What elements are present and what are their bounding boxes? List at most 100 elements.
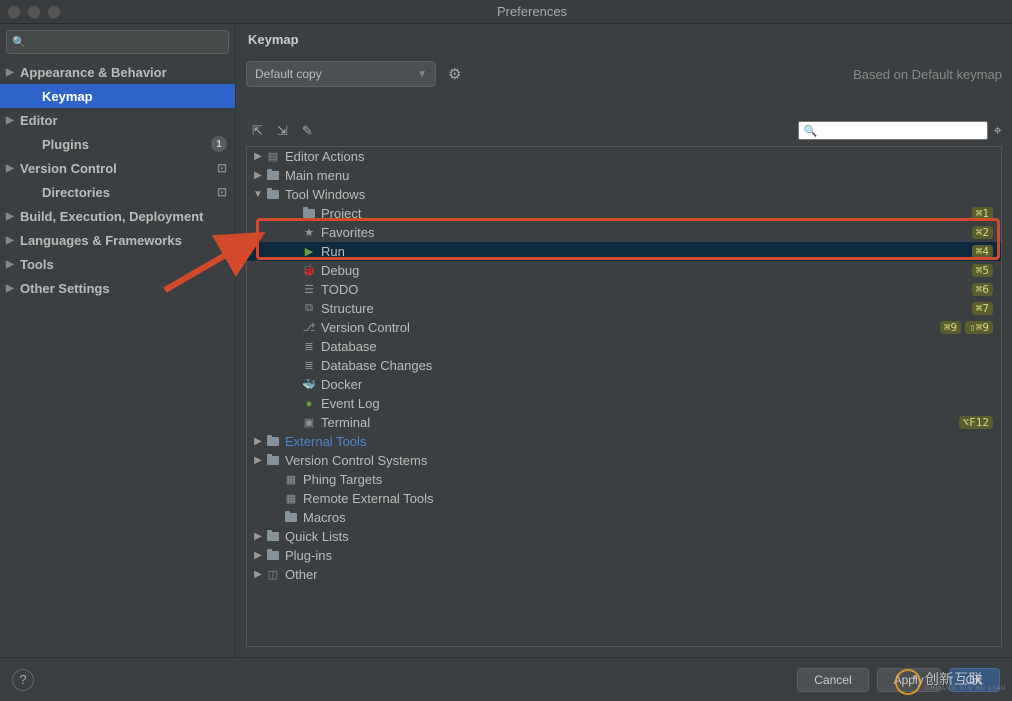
cancel-button[interactable]: Cancel [797, 668, 868, 692]
titlebar: Preferences [0, 0, 1012, 24]
tree-row-run[interactable]: ▶Run⌘4 [247, 242, 1001, 261]
tree-row-label: Event Log [321, 396, 993, 411]
sidebar-item-tools[interactable]: ▶Tools [0, 252, 235, 276]
keymap-tree[interactable]: ▶▤Editor Actions▶Main menu ▼ Tool Windows P… [246, 146, 1002, 647]
tree-toggle-icon[interactable]: ▶ [251, 550, 265, 561]
tree-row-macros[interactable]: Macros [247, 508, 1001, 527]
tree-toggle-icon[interactable]: ▶ [251, 170, 265, 181]
sidebar-item-label: Build, Execution, Deployment [20, 209, 227, 224]
tree-row-version-control-systems[interactable]: ▶ Version Control Systems [247, 451, 1001, 470]
sidebar-item-appearance-behavior[interactable]: ▶Appearance & Behavior [0, 60, 235, 84]
tree-row-other[interactable]: ▶◫Other [247, 565, 1001, 584]
tree-row-label: TODO [321, 282, 968, 297]
tree-row-debug[interactable]: 🐞Debug⌘5 [247, 261, 1001, 280]
apply-button[interactable]: Apply [877, 668, 941, 692]
docker-icon: 🐳 [301, 378, 317, 391]
sidebar-item-label: Plugins [42, 137, 211, 152]
help-button[interactable]: ? [12, 669, 34, 691]
sidebar-item-directories[interactable]: Directories⊡ [0, 180, 235, 204]
based-on-label: Based on Default keymap [853, 67, 1002, 82]
sidebar-item-languages-frameworks[interactable]: ▶Languages & Frameworks [0, 228, 235, 252]
expand-arrow-icon: ▶ [6, 235, 20, 246]
folder-icon [265, 171, 281, 180]
tree-row-main-menu[interactable]: ▶Main menu [247, 166, 1001, 185]
tree-toggle-icon[interactable]: ▶ [251, 151, 265, 162]
tree-toggle-icon[interactable]: ▼ [251, 189, 265, 200]
sidebar-item-label: Other Settings [20, 281, 227, 296]
shortcut-badge: ⇧⌘9 [965, 321, 993, 334]
edit-icon[interactable]: ✎ [302, 123, 313, 139]
tree-row-todo[interactable]: ☰TODO⌘6 [247, 280, 1001, 299]
sidebar-item-keymap[interactable]: Keymap [0, 84, 235, 108]
minimize-dot[interactable] [28, 6, 40, 18]
collapse-all-icon[interactable]: ⇲ [277, 123, 288, 139]
tree-row-external-tools[interactable]: ▶External Tools [247, 432, 1001, 451]
shortcut-badge: ⌘2 [972, 226, 993, 239]
keymap-search-input[interactable] [798, 121, 988, 140]
structure-icon: ⧉ [301, 302, 317, 315]
shortcut-badge: ⌘5 [972, 264, 993, 277]
tree-row-structure[interactable]: ⧉Structure⌘7 [247, 299, 1001, 318]
event-icon: ● [301, 398, 317, 410]
expand-arrow-icon: ▶ [6, 283, 20, 294]
tree-row-favorites[interactable]: ★Favorites⌘2 [247, 223, 1001, 242]
sidebar-item-editor[interactable]: ▶Editor [0, 108, 235, 132]
ok-button[interactable]: OK [949, 668, 1000, 692]
sidebar-item-build-execution-deployment[interactable]: ▶Build, Execution, Deployment [0, 204, 235, 228]
tree-toggle-icon[interactable]: ▶ [251, 455, 265, 466]
expand-arrow-icon: ▶ [6, 115, 20, 126]
chevron-down-icon: ▼ [417, 69, 427, 80]
vcs-icon: ⎇ [301, 321, 317, 334]
terminal-icon: ▣ [301, 416, 317, 429]
shortcut-badge: ⌘4 [972, 245, 993, 258]
scope-indicator-icon: ⊡ [217, 185, 227, 199]
sidebar-item-version-control[interactable]: ▶Version Control⊡ [0, 156, 235, 180]
find-action-icon[interactable]: ⌖ [994, 122, 1002, 139]
tree-row-quick-lists[interactable]: ▶Quick Lists [247, 527, 1001, 546]
page-title: Keymap [246, 32, 1002, 47]
sidebar-item-label: Directories [42, 185, 217, 200]
tree-row-label: Phing Targets [303, 472, 993, 487]
tree-row-label: Macros [303, 510, 993, 525]
tree-row-label: Editor Actions [285, 149, 993, 164]
shortcut-badge: ⌘6 [972, 283, 993, 296]
sidebar-search-input[interactable] [6, 30, 229, 54]
maximize-dot[interactable] [48, 6, 60, 18]
tree-row-label: Tool Windows [285, 187, 993, 202]
tree-row-label: Version Control Systems [285, 453, 993, 468]
tree-row-database-changes[interactable]: ≣Database Changes [247, 356, 1001, 375]
tree-row-remote-external-tools[interactable]: ▦ Remote External Tools [247, 489, 1001, 508]
tree-row-event-log[interactable]: ● Event Log [247, 394, 1001, 413]
tree-row-plug-ins[interactable]: ▶ Plug-ins [247, 546, 1001, 565]
tree-row-label: Plug-ins [285, 548, 993, 563]
tree-row-database[interactable]: ≣Database [247, 337, 1001, 356]
close-dot[interactable] [8, 6, 20, 18]
tree-row-version-control[interactable]: ⎇Version Control⌘9⇧⌘9 [247, 318, 1001, 337]
keymap-scheme-dropdown[interactable]: Default copy ▼ [246, 61, 436, 87]
remote-icon: ▦ [283, 492, 299, 505]
window-controls[interactable] [8, 6, 60, 18]
db-icon: ≣ [301, 340, 317, 353]
expand-all-icon[interactable]: ⇱ [252, 123, 263, 139]
sidebar-item-other-settings[interactable]: ▶Other Settings [0, 276, 235, 300]
dbchanges-icon: ≣ [301, 359, 317, 372]
tree-row-label: Remote External Tools [303, 491, 993, 506]
debug-icon: 🐞 [301, 264, 317, 277]
expand-arrow-icon: ▶ [6, 211, 20, 222]
shortcut-badge: ⌥F12 [959, 416, 994, 429]
gear-icon[interactable]: ⚙ [448, 65, 461, 83]
tree-row-editor-actions[interactable]: ▶▤Editor Actions [247, 147, 1001, 166]
tree-row-project[interactable]: Project⌘1 [247, 204, 1001, 223]
tree-row-docker[interactable]: 🐳Docker [247, 375, 1001, 394]
tree-toggle-icon[interactable]: ▶ [251, 531, 265, 542]
tree-toggle-icon[interactable]: ▶ [251, 436, 265, 447]
tree-row-tool-windows[interactable]: ▼ Tool Windows [247, 185, 1001, 204]
tree-row-label: Run [321, 244, 968, 259]
sidebar-item-plugins[interactable]: Plugins1 [0, 132, 235, 156]
keymap-scheme-value: Default copy [255, 67, 322, 81]
shortcut-badge: ⌘1 [972, 207, 993, 220]
tree-row-phing-targets[interactable]: ▦Phing Targets [247, 470, 1001, 489]
tree-row-terminal[interactable]: ▣Terminal⌥F12 [247, 413, 1001, 432]
tree-toggle-icon[interactable]: ▶ [251, 569, 265, 580]
shortcut-badge: ⌘7 [972, 302, 993, 315]
